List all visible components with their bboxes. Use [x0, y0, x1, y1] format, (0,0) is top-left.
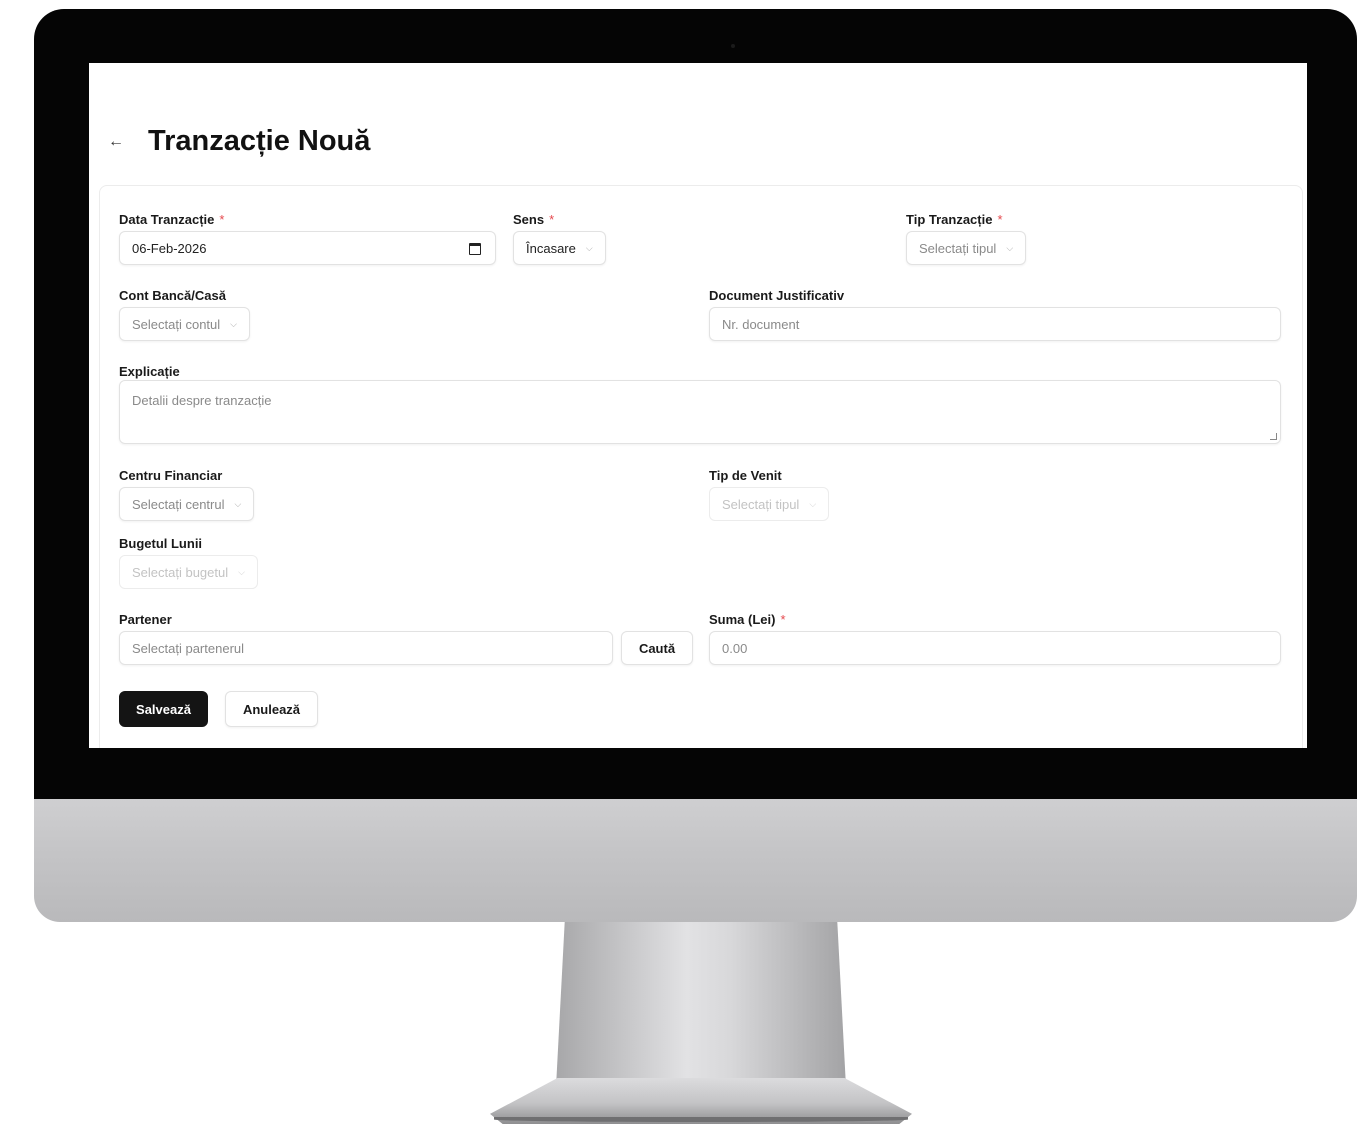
chevron-down-icon: ⌵: [1006, 242, 1014, 253]
camera-dot: [731, 44, 735, 48]
bugetul-lunii-select[interactable]: Selectați bugetul ⌵: [119, 555, 258, 589]
calendar-icon[interactable]: [469, 243, 481, 255]
resize-handle-icon[interactable]: [1270, 433, 1277, 440]
cancel-button[interactable]: Anulează: [225, 691, 318, 727]
centru-financiar-placeholder: Selectați centrul: [132, 496, 225, 512]
chevron-down-icon: ⌵: [585, 242, 593, 253]
tip-tranzactie-select[interactable]: Selectați tipul ⌵: [906, 231, 1027, 265]
transaction-form: Data Tranzacție * 06-Feb-2026 Sens * Încas…: [99, 185, 1303, 748]
suma-placeholder: 0.00: [722, 640, 748, 656]
sens-select[interactable]: Încasare ⌵: [513, 231, 606, 265]
cont-banca-placeholder: Selectați contul: [132, 316, 221, 332]
document-justificativ-label: Document Justificativ: [709, 288, 845, 303]
centru-financiar-label: Centru Financiar: [119, 468, 223, 483]
sens-label: Sens *: [513, 212, 555, 227]
chevron-down-icon: ⌵: [809, 498, 817, 509]
monitor-stand: [556, 922, 846, 1087]
tip-tranzactie-label: Tip Tranzacție *: [906, 212, 1003, 227]
save-button[interactable]: Salvează: [119, 691, 208, 727]
cont-banca-select[interactable]: Selectați contul ⌵: [119, 307, 250, 341]
partener-label: Partener: [119, 612, 172, 627]
arrow-left-icon[interactable]: ←: [108, 133, 124, 151]
sens-value: Încasare: [526, 240, 576, 256]
document-placeholder: Nr. document: [722, 316, 800, 332]
date-input[interactable]: 06-Feb-2026: [119, 231, 496, 265]
explicatie-textarea[interactable]: Detalii despre tranzacție: [119, 380, 1281, 444]
data-tranzactie-label: Data Tranzacție *: [119, 212, 225, 227]
suma-input[interactable]: 0.00: [709, 631, 1281, 665]
chevron-down-icon: ⌵: [234, 498, 242, 509]
monitor-stand-shadow: [494, 1117, 908, 1122]
bugetul-lunii-label: Bugetul Lunii: [119, 536, 203, 551]
centru-financiar-select[interactable]: Selectați centrul ⌵: [119, 487, 255, 521]
partener-placeholder: Selectați partenerul: [132, 640, 245, 656]
search-partner-button[interactable]: Caută: [621, 631, 693, 665]
tip-venit-select[interactable]: Selectați tipul ⌵: [709, 487, 830, 521]
partener-input[interactable]: Selectați partenerul: [119, 631, 613, 665]
suma-label: Suma (Lei) *: [709, 612, 786, 627]
tip-venit-placeholder: Selectați tipul: [722, 496, 800, 512]
chevron-down-icon: ⌵: [238, 566, 245, 577]
document-input[interactable]: Nr. document: [709, 307, 1281, 341]
page-title: Tranzacție Nouă: [148, 125, 371, 157]
bugetul-lunii-placeholder: Selectați bugetul: [132, 564, 229, 580]
app-screen: ← Tranzacție Nouă Data Tranzacție * 06-Fe…: [89, 63, 1307, 748]
explicatie-label: Explicație: [119, 364, 180, 379]
tip-venit-label: Tip de Venit: [709, 468, 782, 483]
monitor-chin: [34, 799, 1357, 922]
cont-banca-label: Cont Bancă/Casă: [119, 288, 226, 303]
tip-tranzactie-placeholder: Selectați tipul: [919, 240, 997, 256]
chevron-down-icon: ⌵: [230, 318, 237, 329]
date-value: 06-Feb-2026: [132, 240, 207, 256]
explicatie-placeholder: Detalii despre tranzacție: [132, 393, 272, 408]
